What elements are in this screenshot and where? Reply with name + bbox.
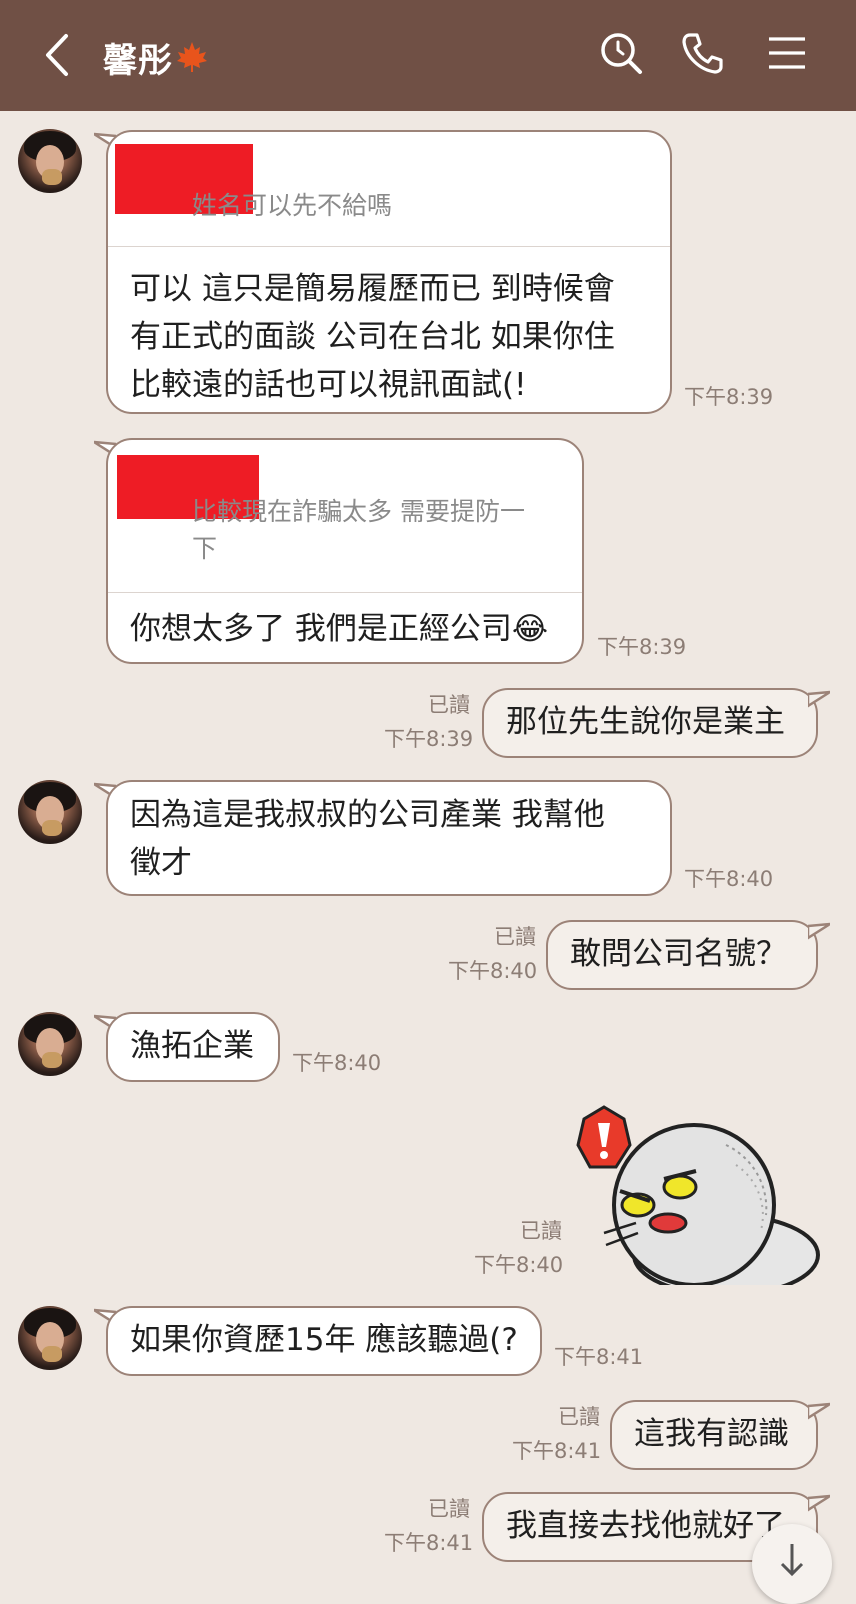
message-time: 下午8:41	[512, 1439, 602, 1463]
message-time: 下午8:39	[597, 635, 687, 659]
message-bubble-sent[interactable]: 敢問公司名號？	[546, 920, 818, 990]
message-time: 下午8:41	[554, 1345, 644, 1369]
contact-avatar[interactable]	[18, 1306, 82, 1370]
quote-text: 比較現在詐騙太多 需要提防一	[192, 497, 525, 526]
message-line: 有正式的面談 公司在台北 如果你住	[130, 319, 615, 355]
contact-name: 馨彤	[103, 41, 173, 81]
chat-title: 馨彤	[103, 33, 209, 82]
message-time: 下午8:39	[684, 385, 774, 409]
chat-header: 馨彤	[0, 0, 856, 111]
message-bubble-sent[interactable]: 這我有認識	[610, 1400, 818, 1470]
menu-icon[interactable]	[764, 30, 810, 76]
read-receipt: 已讀	[428, 693, 470, 717]
message-bubble-reply[interactable]: 比較現在詐騙太多 需要提防一 下 你想太多了 我們是正經公司😂	[106, 438, 584, 664]
reply-quote[interactable]: 姓名可以先不給嗎	[108, 132, 670, 247]
read-receipt: 已讀	[558, 1405, 600, 1429]
message-time: 下午8:40	[448, 959, 538, 983]
bubble-tail	[808, 922, 830, 940]
message-bubble[interactable]: 漁拓企業	[106, 1012, 280, 1082]
message-text: 漁拓企業	[130, 1028, 254, 1064]
phone-icon[interactable]	[680, 30, 726, 76]
reply-quote[interactable]: 比較現在詐騙太多 需要提防一 下	[108, 440, 582, 593]
contact-avatar[interactable]	[18, 129, 82, 193]
message-line: 可以 這只是簡易履歷而已 到時候會	[130, 271, 615, 307]
message-text: 敢問公司名號？	[570, 936, 787, 972]
quote-text: 姓名可以先不給嗎	[192, 191, 393, 220]
maple-leaf-icon	[177, 42, 207, 72]
contact-avatar[interactable]	[18, 1012, 82, 1076]
bubble-tail	[808, 1494, 830, 1512]
message-line: 徵才	[130, 845, 192, 881]
contact-avatar[interactable]	[18, 780, 82, 844]
read-receipt: 已讀	[494, 925, 536, 949]
bubble-tail	[808, 690, 830, 708]
message-bubble[interactable]: 因為這是我叔叔的公司產業 我幫他 徵才	[106, 780, 672, 896]
message-line: 比較遠的話也可以視訊面試(!	[130, 367, 527, 403]
message-text: 你想太多了 我們是正經公司😂	[130, 611, 549, 647]
message-line: 因為這是我叔叔的公司產業 我幫他	[130, 797, 605, 833]
quote-text: 下	[192, 534, 218, 563]
message-text: 如果你資歷15年 應該聽過(?	[130, 1322, 518, 1358]
read-receipt: 已讀	[520, 1219, 562, 1243]
message-bubble-sent[interactable]: 那位先生說你是業主	[482, 688, 818, 758]
scroll-to-bottom-button[interactable]	[752, 1524, 832, 1604]
back-icon[interactable]	[38, 30, 78, 80]
angry-moon-sticker[interactable]	[576, 1105, 822, 1285]
message-bubble-reply[interactable]: 姓名可以先不給嗎 可以 這只是簡易履歷而已 到時候會 有正式的面談 公司在台北 …	[106, 130, 672, 414]
message-time: 下午8:41	[384, 1531, 474, 1555]
message-text: 這我有認識	[634, 1416, 789, 1452]
message-bubble[interactable]: 如果你資歷15年 應該聽過(?	[106, 1306, 542, 1376]
search-icon[interactable]	[598, 30, 644, 76]
message-time: 下午8:40	[474, 1253, 564, 1277]
message-time: 下午8:40	[292, 1051, 382, 1075]
message-time: 下午8:40	[684, 867, 774, 891]
bubble-tail	[808, 1402, 830, 1420]
message-time: 下午8:39	[384, 727, 474, 751]
arrow-down-icon	[780, 1544, 804, 1577]
read-receipt: 已讀	[428, 1497, 470, 1521]
message-text: 那位先生說你是業主	[506, 704, 785, 740]
